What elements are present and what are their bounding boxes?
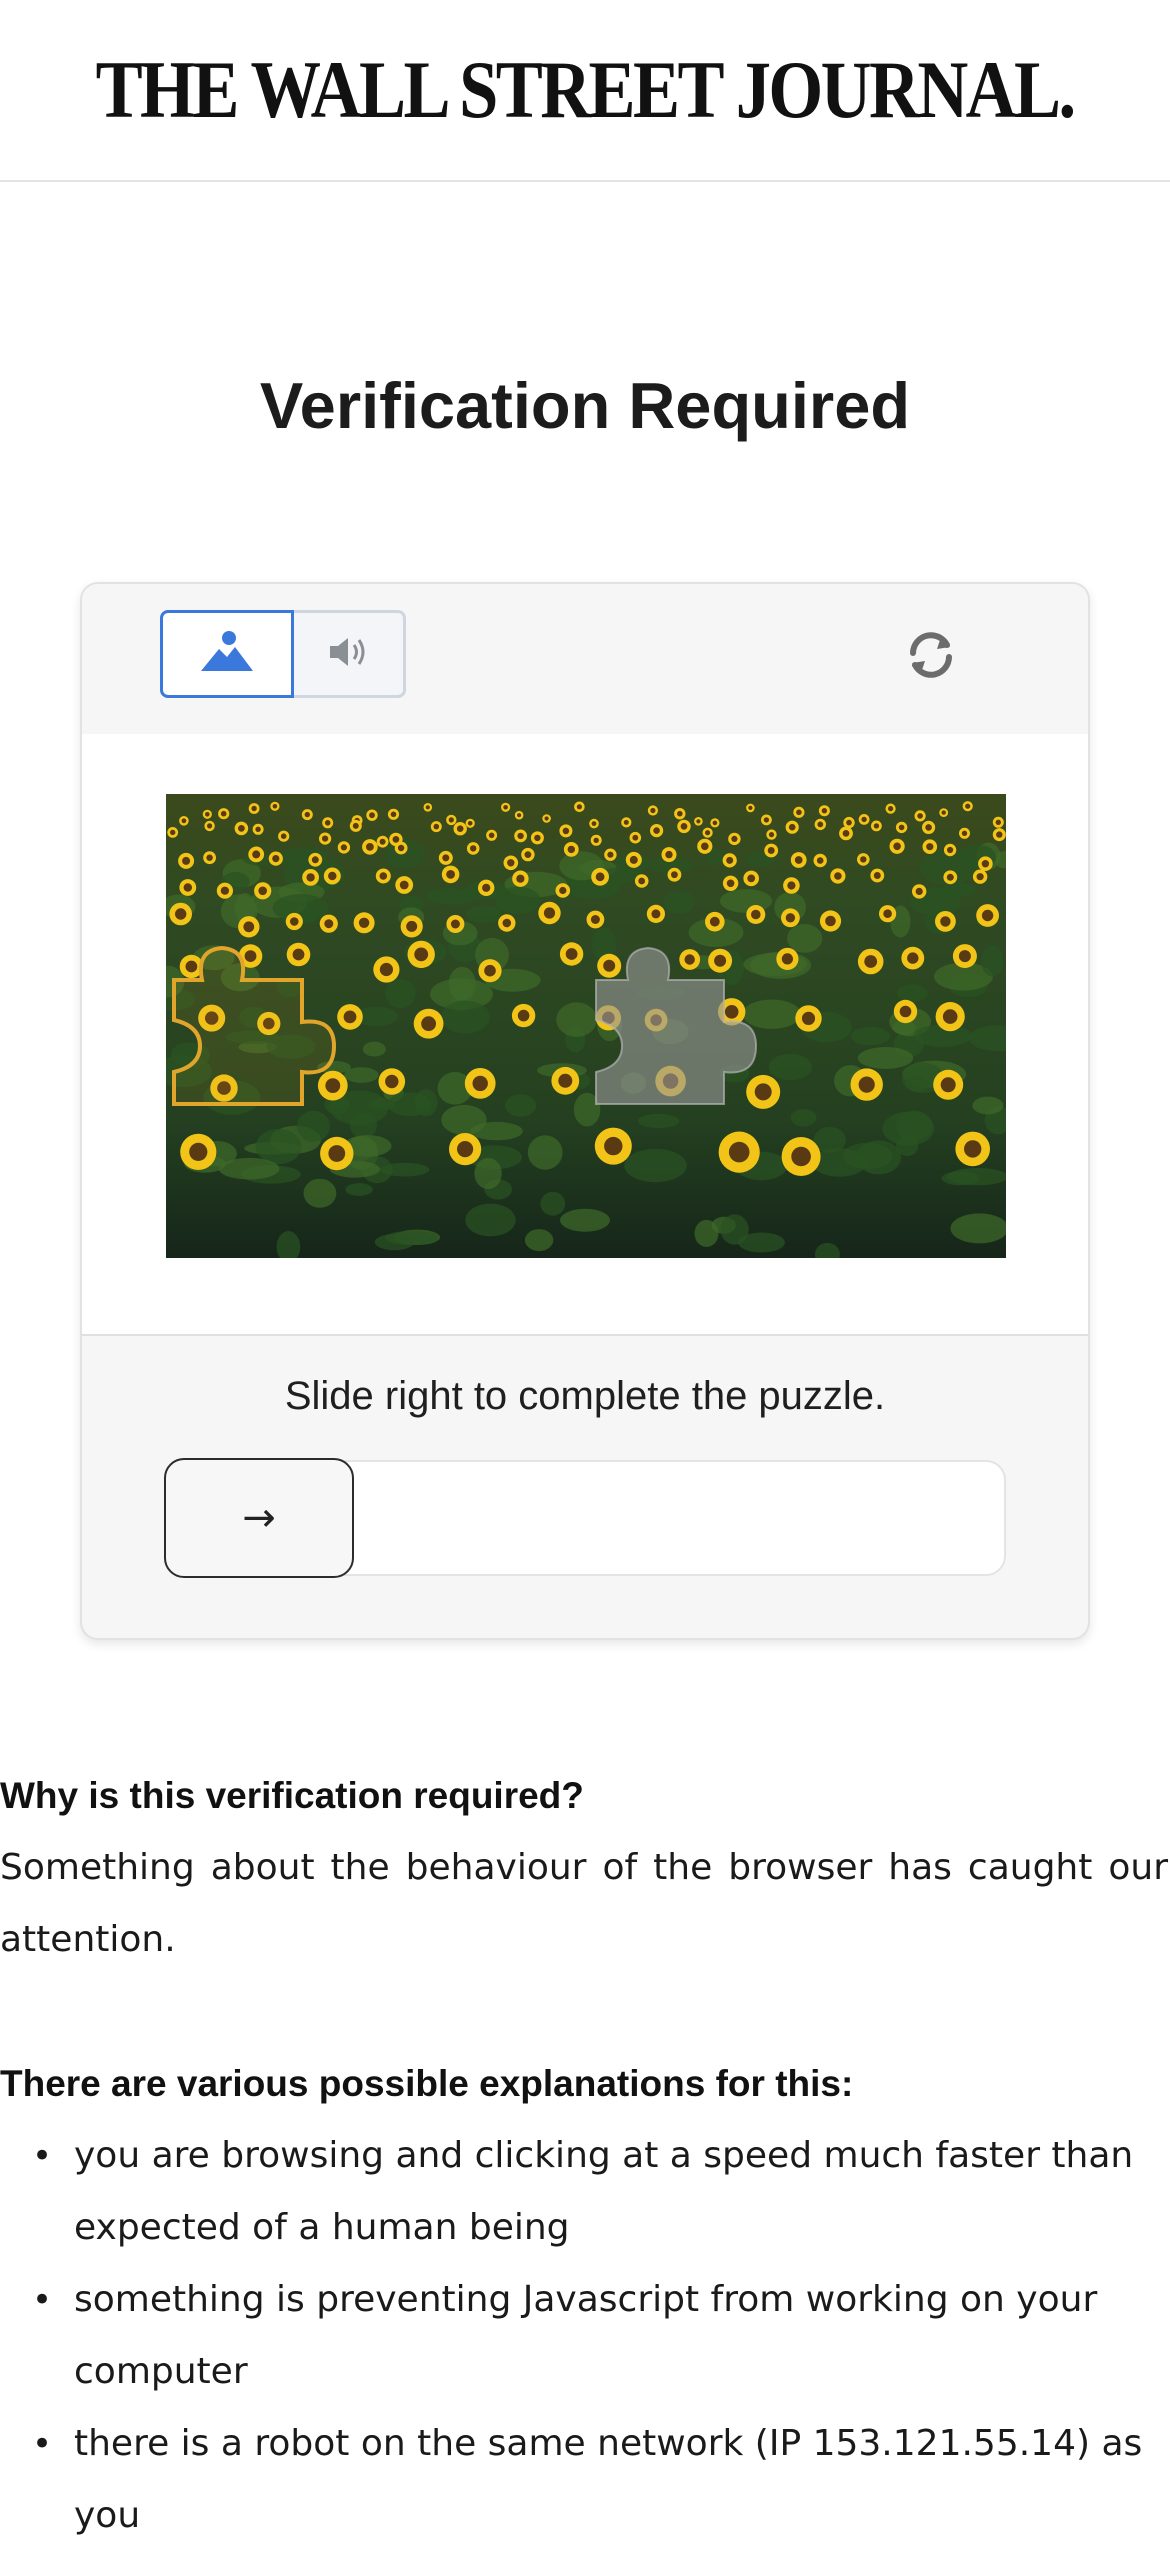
- image-mode-button[interactable]: [160, 610, 294, 698]
- masthead: THE WALL STREET JOURNAL.: [0, 0, 1170, 182]
- captcha-image-area: [82, 734, 1088, 1336]
- captcha-card: Slide right to complete the puzzle. →: [80, 582, 1090, 1640]
- why-text: Something about the behaviour of the bro…: [0, 1847, 1168, 1960]
- puzzle-image: [166, 794, 1006, 1258]
- list-item: • there is a robot on the same network (I…: [32, 2423, 1143, 2536]
- slider-handle[interactable]: →: [164, 1458, 354, 1578]
- page-title: Verification Required: [259, 369, 911, 442]
- verification-info: Why is this verification required? Somet…: [0, 1760, 1170, 2552]
- audio-mode-button[interactable]: [294, 610, 406, 698]
- arrow-right-icon: →: [242, 1495, 276, 1541]
- list-item: • something is preventing Javascript from…: [32, 2279, 1098, 2392]
- list-item: • you are browsing and clicking at a spee…: [32, 2135, 1134, 2248]
- why-heading: Why is this verification required?: [0, 1775, 584, 1816]
- explanations-heading: There are various possible explanations …: [0, 2063, 854, 2104]
- speaker-icon: [326, 634, 372, 674]
- refresh-icon: [903, 627, 959, 687]
- refresh-button[interactable]: [900, 626, 962, 688]
- captcha-instruction: Slide right to complete the puzzle.: [284, 1374, 886, 1418]
- wsj-logo[interactable]: THE WALL STREET JOURNAL.: [96, 43, 1077, 137]
- explanations-list: • you are browsing and clicking at a spee…: [0, 2120, 1170, 2552]
- captcha-toolbar: [82, 584, 1088, 736]
- image-mountain-icon: [199, 629, 255, 679]
